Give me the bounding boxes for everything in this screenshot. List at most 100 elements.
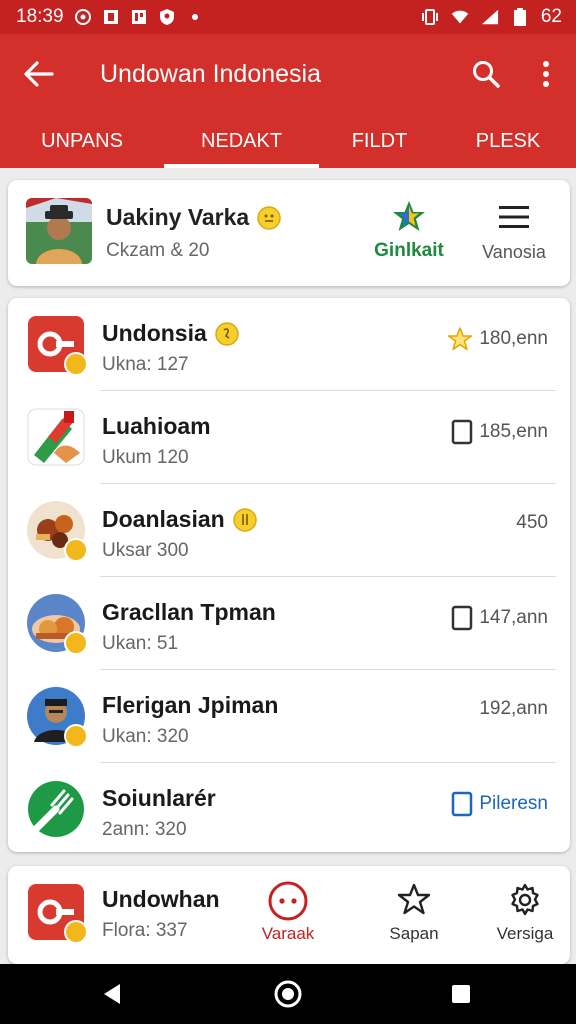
back-arrow-icon (24, 61, 54, 87)
signal-icon (481, 8, 499, 26)
tab-plesk[interactable]: PLESK (440, 114, 576, 168)
app-notification-icon-2 (130, 8, 148, 26)
app-icon (26, 314, 88, 376)
list-item-subtitle: Ukum 120 (102, 447, 189, 468)
list-item-title: Doanlasian (102, 506, 225, 532)
dot-icon (186, 8, 204, 26)
list-item-title: Undonsia (102, 320, 207, 346)
list-item-count: 180,enn (479, 328, 548, 349)
list-item-title: Soiunlarér (102, 785, 216, 811)
list-item-title-row: Luahioam (102, 413, 211, 440)
brand-logo[interactable]: Ginlkait (364, 200, 454, 270)
app-icon[interactable] (26, 882, 88, 944)
coin-badge-icon (64, 920, 88, 944)
screen: 18:39 62 Undowan Indonesia UNPANS NEDAKT… (0, 0, 576, 1024)
bottom-subtitle: Flora: 337 (102, 920, 188, 941)
system-nav-bar (0, 964, 576, 1024)
battery-level: 62 (540, 6, 562, 27)
list-item-meta: 192,ann (479, 698, 548, 720)
list-item[interactable]: Soiunlarér 2ann: 320 Pileresn (8, 763, 570, 856)
nav-label: Sapan (389, 924, 439, 943)
list-card: Undonsia Ukna: 127 180,enn Luahioam Ukum… (8, 298, 570, 852)
food-avatar (26, 500, 88, 562)
star-logo-icon (393, 201, 425, 231)
battery-icon (511, 8, 529, 26)
tab-fildt[interactable]: FILDT (319, 114, 440, 168)
nav-varaak[interactable]: Varaak (248, 878, 328, 954)
list-item-title-row: Gracllan Tpman (102, 599, 276, 626)
list-item[interactable]: Doanlasian Uksar 300 450 (8, 484, 570, 577)
menu-button[interactable]: Vanosia (474, 204, 554, 268)
home-circle-icon (274, 980, 302, 1008)
list-item-title-row: Flerigan Jpiman (102, 692, 278, 719)
list-item[interactable]: Undonsia Ukna: 127 180,enn (8, 298, 570, 391)
hotspot-icon (74, 8, 92, 26)
list-item-title-row: Undonsia (102, 320, 239, 347)
emoji-icon (232, 507, 257, 532)
coin-badge-icon (64, 724, 88, 748)
nav-versiga[interactable]: Versiga (485, 878, 565, 954)
tab-nedakt[interactable]: NEDAKT (164, 114, 319, 168)
list-item-count: 185,enn (479, 421, 548, 442)
profile-name: Uakiny Varka (106, 204, 250, 230)
list-item[interactable]: Gracllan Tpman Ukan: 51 147,ann (8, 577, 570, 670)
status-bar: 18:39 62 (0, 0, 576, 34)
nav-label: Versiga (496, 924, 554, 943)
app-notification-icon (102, 8, 120, 26)
chat-bubble-icon (268, 881, 308, 921)
more-options-button[interactable] (516, 34, 576, 114)
system-back-button[interactable] (82, 964, 142, 1024)
back-triangle-icon (104, 984, 120, 1004)
food-avatar (26, 593, 88, 655)
back-button[interactable] (0, 34, 78, 114)
avatar (26, 198, 92, 264)
square-icon (452, 791, 473, 817)
star-outline-icon (397, 883, 431, 915)
menu-label: Vanosia (482, 242, 546, 262)
profile-card[interactable]: Uakiny Varka Ckzam & 20 Ginlkait Vanosia (8, 180, 570, 286)
more-vert-icon (543, 61, 549, 87)
brand-text: Ginlkait (374, 240, 444, 261)
list-item-count: 147,ann (479, 607, 548, 628)
square-icon (452, 419, 473, 445)
list-item-count: 450 (516, 512, 548, 533)
bottom-title: Undowhan (102, 886, 220, 912)
list-item[interactable]: Luahioam Ukum 120 185,enn (8, 391, 570, 484)
bottom-card: Undowhan Flora: 337 Varaak Sapan Versiga (8, 866, 570, 964)
emoji-icon (257, 205, 281, 230)
recents-square-icon (452, 985, 470, 1003)
search-button[interactable] (456, 34, 516, 114)
app-icon (26, 407, 86, 467)
search-icon (473, 61, 500, 88)
list-item-count: 192,ann (479, 698, 548, 719)
list-item-title: Gracllan Tpman (102, 599, 276, 625)
list-item-subtitle: 2ann: 320 (102, 819, 187, 840)
square-icon (452, 605, 473, 631)
shield-icon (158, 8, 176, 26)
list-item-title: Luahioam (102, 413, 211, 439)
list-item-meta: 450 (516, 512, 548, 534)
emoji-icon (215, 321, 239, 346)
list-item-subtitle: Ukna: 127 (102, 354, 189, 375)
list-item-link-label: Pileresn (479, 793, 548, 814)
list-item-title-row: Soiunlarér (102, 785, 216, 812)
gear-icon (511, 883, 539, 916)
nav-sapan[interactable]: Sapan (374, 878, 454, 954)
star-icon (448, 327, 473, 351)
system-home-button[interactable] (258, 964, 318, 1024)
tab-bar: UNPANS NEDAKT FILDT PLESK (0, 114, 576, 168)
list-item-subtitle: Uksar 300 (102, 540, 189, 561)
app-bar: Undowan Indonesia (0, 34, 576, 114)
app-icon (26, 779, 86, 839)
list-item-title-row: Doanlasian (102, 506, 257, 533)
list-item-meta: 185,enn (451, 419, 548, 445)
list-item-link[interactable]: Pileresn (451, 791, 548, 817)
tab-unpans[interactable]: UNPANS (0, 114, 164, 168)
nav-label: Varaak (261, 924, 315, 943)
system-recents-button[interactable] (431, 964, 491, 1024)
list-item-subtitle: Ukan: 51 (102, 633, 179, 654)
wifi-icon (451, 8, 469, 26)
list-item[interactable]: Flerigan Jpiman Ukan: 320 192,ann (8, 670, 570, 763)
list-item-meta: 180,enn (447, 326, 548, 352)
list-item-title: Flerigan Jpiman (102, 692, 279, 718)
